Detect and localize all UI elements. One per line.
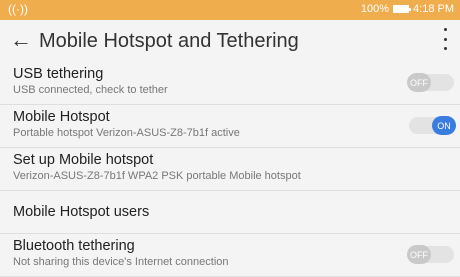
- more-options-icon[interactable]: [442, 28, 448, 50]
- usb-tethering-toggle[interactable]: OFF: [407, 73, 454, 92]
- hotspot-signal-icon: ((·)): [8, 2, 28, 16]
- bluetooth-tethering-row[interactable]: Bluetooth tethering Not sharing this dev…: [0, 234, 460, 277]
- status-bar: ((·)) 100% 4:18 PM: [0, 0, 460, 20]
- back-arrow-icon[interactable]: ←: [10, 27, 32, 53]
- row-subtitle: Verizon-ASUS-Z8-7b1f WPA2 PSK portable M…: [13, 170, 301, 182]
- battery-percent: 100%: [360, 3, 390, 15]
- row-subtitle: Portable hotspot Verizon-ASUS-Z8-7b1f ac…: [13, 127, 240, 139]
- row-subtitle: USB connected, check to tether: [13, 84, 168, 96]
- page-title: Mobile Hotspot and Tethering: [39, 30, 299, 52]
- row-title: USB tethering: [13, 66, 104, 82]
- app-bar: ← Mobile Hotspot and Tethering: [0, 20, 460, 62]
- hotspot-users-row[interactable]: Mobile Hotspot users: [0, 191, 460, 234]
- toggle-knob: OFF: [407, 73, 431, 92]
- status-right: 100% 4:18 PM: [361, 3, 454, 15]
- row-title: Mobile Hotspot users: [13, 204, 150, 220]
- settings-list: USB tethering USB connected, check to te…: [0, 62, 460, 277]
- clock: 4:18 PM: [413, 3, 454, 15]
- mobile-hotspot-row[interactable]: Mobile Hotspot Portable hotspot Verizon-…: [0, 105, 460, 148]
- toggle-knob: ON: [432, 116, 456, 135]
- usb-tethering-row[interactable]: USB tethering USB connected, check to te…: [0, 62, 460, 105]
- row-subtitle: Not sharing this device's Internet conne…: [13, 256, 229, 268]
- battery-icon: [393, 5, 412, 13]
- mobile-hotspot-toggle[interactable]: ON: [409, 116, 456, 135]
- toggle-knob: OFF: [407, 245, 431, 264]
- setup-hotspot-row[interactable]: Set up Mobile hotspot Verizon-ASUS-Z8-7b…: [0, 148, 460, 191]
- row-title: Bluetooth tethering: [13, 238, 135, 254]
- row-title: Mobile Hotspot: [13, 109, 110, 125]
- bluetooth-tethering-toggle[interactable]: OFF: [407, 245, 454, 264]
- row-title: Set up Mobile hotspot: [13, 152, 154, 168]
